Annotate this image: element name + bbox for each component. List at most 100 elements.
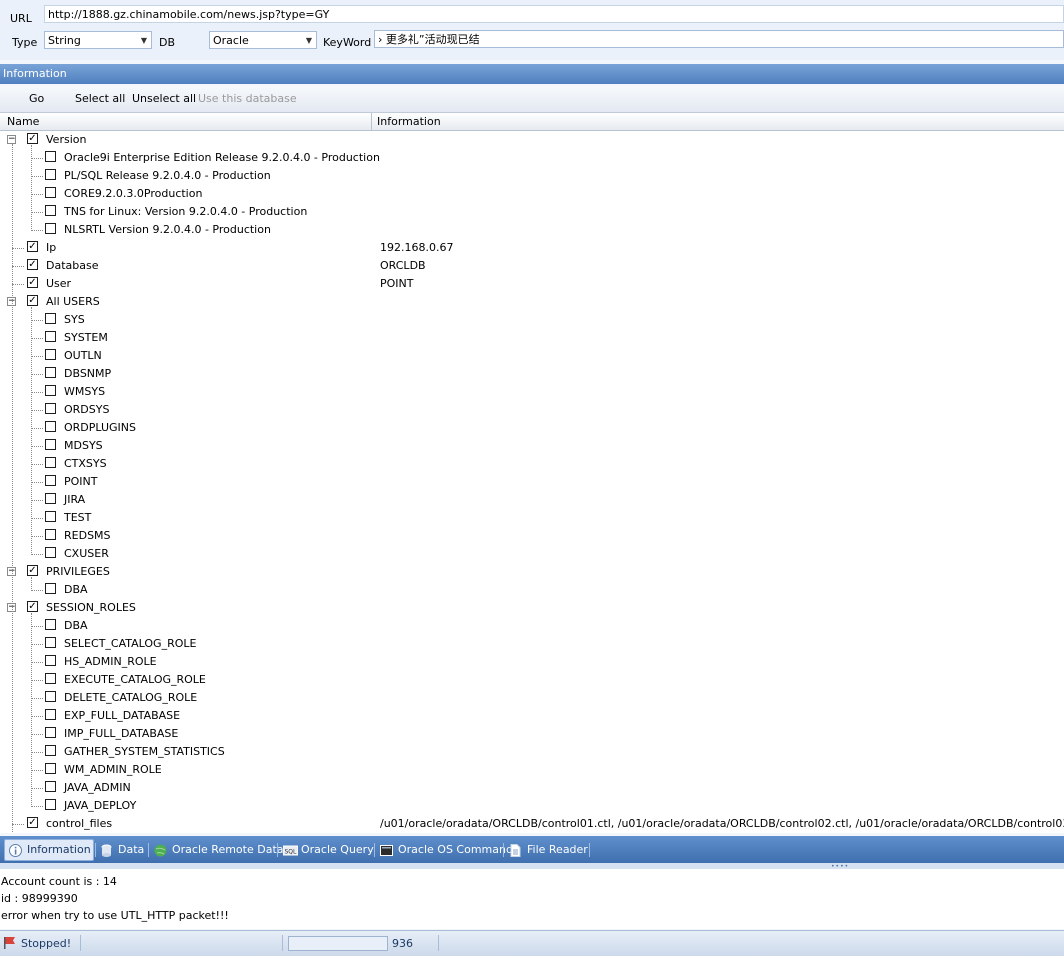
tree-connector bbox=[31, 338, 43, 339]
tree-child-row: JAVA_DEPLOY bbox=[0, 797, 1064, 815]
tree-checkbox[interactable]: ✓ bbox=[27, 277, 38, 288]
tree-item-label: TNS for Linux: Version 9.2.0.4.0 - Produ… bbox=[64, 205, 308, 218]
tree-child-row: DBA bbox=[0, 581, 1064, 599]
go-button[interactable]: Go bbox=[29, 92, 44, 105]
status-count: 936 bbox=[392, 937, 413, 950]
tree-connector bbox=[31, 482, 43, 483]
tree-child-row: IMP_FULL_DATABASE bbox=[0, 725, 1064, 743]
tree-checkbox[interactable] bbox=[45, 655, 56, 666]
tree-checkbox[interactable] bbox=[45, 457, 56, 468]
tree-connector bbox=[31, 590, 43, 591]
tree-checkbox[interactable] bbox=[45, 583, 56, 594]
tree-checkbox[interactable] bbox=[45, 151, 56, 162]
column-name-header[interactable]: Name bbox=[7, 115, 39, 128]
tree-child-row: TEST bbox=[0, 509, 1064, 527]
column-divider[interactable] bbox=[371, 113, 372, 130]
tree-item-label: HS_ADMIN_ROLE bbox=[64, 655, 157, 668]
tree-connector bbox=[31, 374, 43, 375]
tree-connector bbox=[31, 734, 43, 735]
progress-bar bbox=[288, 936, 388, 951]
tree-checkbox[interactable] bbox=[45, 403, 56, 414]
tree-checkbox[interactable] bbox=[45, 547, 56, 558]
db-select[interactable]: Oracle ▼ bbox=[209, 31, 317, 49]
splitter-grip-icon[interactable]: •••• bbox=[831, 864, 849, 870]
tree-row-user: ✓ User POINT bbox=[0, 275, 1064, 293]
tree-item-label: PRIVILEGES bbox=[46, 565, 110, 578]
chevron-down-icon[interactable]: ▼ bbox=[306, 32, 312, 48]
tree-checkbox[interactable] bbox=[45, 709, 56, 720]
tree-checkbox[interactable]: ✓ bbox=[27, 259, 38, 270]
tree-item-label: CXUSER bbox=[64, 547, 109, 560]
sql-icon: SQL bbox=[282, 844, 299, 857]
tab-oracle-query[interactable]: SQL Oracle Query bbox=[279, 840, 374, 860]
tree-checkbox[interactable]: ✓ bbox=[27, 133, 38, 144]
tree-item-label: TEST bbox=[64, 511, 92, 524]
tree-checkbox[interactable] bbox=[45, 619, 56, 630]
tree-checkbox[interactable] bbox=[45, 187, 56, 198]
tree-checkbox[interactable] bbox=[45, 781, 56, 792]
select-all-button[interactable]: Select all bbox=[75, 92, 125, 105]
tree-checkbox[interactable] bbox=[45, 673, 56, 684]
tree-item-label: SELECT_CATALOG_ROLE bbox=[64, 637, 197, 650]
tree-row-ip: ✓ Ip 192.168.0.67 bbox=[0, 239, 1064, 257]
tree-child-row: SYSTEM bbox=[0, 329, 1064, 347]
tree-connector bbox=[31, 500, 43, 501]
tab-oracle-remote-data[interactable]: Oracle Remote Data bbox=[150, 840, 284, 860]
tree-checkbox[interactable]: ✓ bbox=[27, 817, 38, 828]
type-select[interactable]: String ▼ bbox=[44, 31, 152, 49]
tree-item-label: EXECUTE_CATALOG_ROLE bbox=[64, 673, 206, 686]
tree-checkbox[interactable] bbox=[45, 205, 56, 216]
url-input[interactable]: http://1888.gz.chinamobile.com/news.jsp?… bbox=[44, 5, 1064, 23]
tree-checkbox[interactable]: ✓ bbox=[27, 601, 38, 612]
tree-child-row: OUTLN bbox=[0, 347, 1064, 365]
tree-item-label: GATHER_SYSTEM_STATISTICS bbox=[64, 745, 225, 758]
tree-child-row: SELECT_CATALOG_ROLE bbox=[0, 635, 1064, 653]
tree-checkbox[interactable]: ✓ bbox=[27, 241, 38, 252]
tree-item-value: 192.168.0.67 bbox=[380, 241, 454, 254]
tree-child-row: ORDSYS bbox=[0, 401, 1064, 419]
keyword-input[interactable]: › 更多礼”活动现已结 bbox=[374, 30, 1064, 48]
tree-child-row: WM_ADMIN_ROLE bbox=[0, 761, 1064, 779]
tree-connector bbox=[12, 284, 24, 285]
column-info-header[interactable]: Information bbox=[377, 115, 441, 128]
tree-checkbox[interactable] bbox=[45, 385, 56, 396]
tree-checkbox[interactable] bbox=[45, 529, 56, 540]
tree-checkbox[interactable] bbox=[45, 439, 56, 450]
tree-checkbox[interactable] bbox=[45, 349, 56, 360]
unselect-all-button[interactable]: Unselect all bbox=[132, 92, 196, 105]
tree-checkbox[interactable] bbox=[45, 691, 56, 702]
tab-data[interactable]: Data bbox=[96, 840, 144, 860]
tree-checkbox[interactable] bbox=[45, 313, 56, 324]
tree-connector bbox=[31, 518, 43, 519]
tree-connector bbox=[12, 824, 24, 825]
tree-child-row: JIRA bbox=[0, 491, 1064, 509]
tree-checkbox[interactable] bbox=[45, 169, 56, 180]
tree-item-label: SYSTEM bbox=[64, 331, 108, 344]
tree-child-row: GATHER_SYSTEM_STATISTICS bbox=[0, 743, 1064, 761]
tree-checkbox[interactable] bbox=[45, 331, 56, 342]
collapse-toggle-icon[interactable]: − bbox=[7, 135, 16, 144]
tab-oracle-os-command[interactable]: Oracle OS Command bbox=[376, 840, 513, 860]
tree-checkbox[interactable] bbox=[45, 637, 56, 648]
tree-checkbox[interactable] bbox=[45, 763, 56, 774]
tree-item-label: User bbox=[46, 277, 72, 290]
tab-file-reader[interactable]: File Reader bbox=[505, 840, 588, 860]
tree-checkbox[interactable] bbox=[45, 511, 56, 522]
tree-checkbox[interactable] bbox=[45, 421, 56, 432]
tree-connector bbox=[31, 212, 43, 213]
tree-checkbox[interactable]: ✓ bbox=[27, 295, 38, 306]
tree-checkbox[interactable] bbox=[45, 727, 56, 738]
use-database-button[interactable]: Use this database bbox=[198, 92, 297, 105]
tree-checkbox[interactable] bbox=[45, 367, 56, 378]
tab-information[interactable]: Information bbox=[4, 839, 94, 861]
tree-checkbox[interactable]: ✓ bbox=[27, 565, 38, 576]
tree-checkbox[interactable] bbox=[45, 799, 56, 810]
tree-child-row: CTXSYS bbox=[0, 455, 1064, 473]
chevron-down-icon[interactable]: ▼ bbox=[141, 32, 147, 48]
tree-checkbox[interactable] bbox=[45, 745, 56, 756]
tree-child-row: REDSMS bbox=[0, 527, 1064, 545]
tree-checkbox[interactable] bbox=[45, 475, 56, 486]
tree-checkbox[interactable] bbox=[45, 493, 56, 504]
tree-checkbox[interactable] bbox=[45, 223, 56, 234]
svg-text:SQL: SQL bbox=[285, 848, 298, 855]
